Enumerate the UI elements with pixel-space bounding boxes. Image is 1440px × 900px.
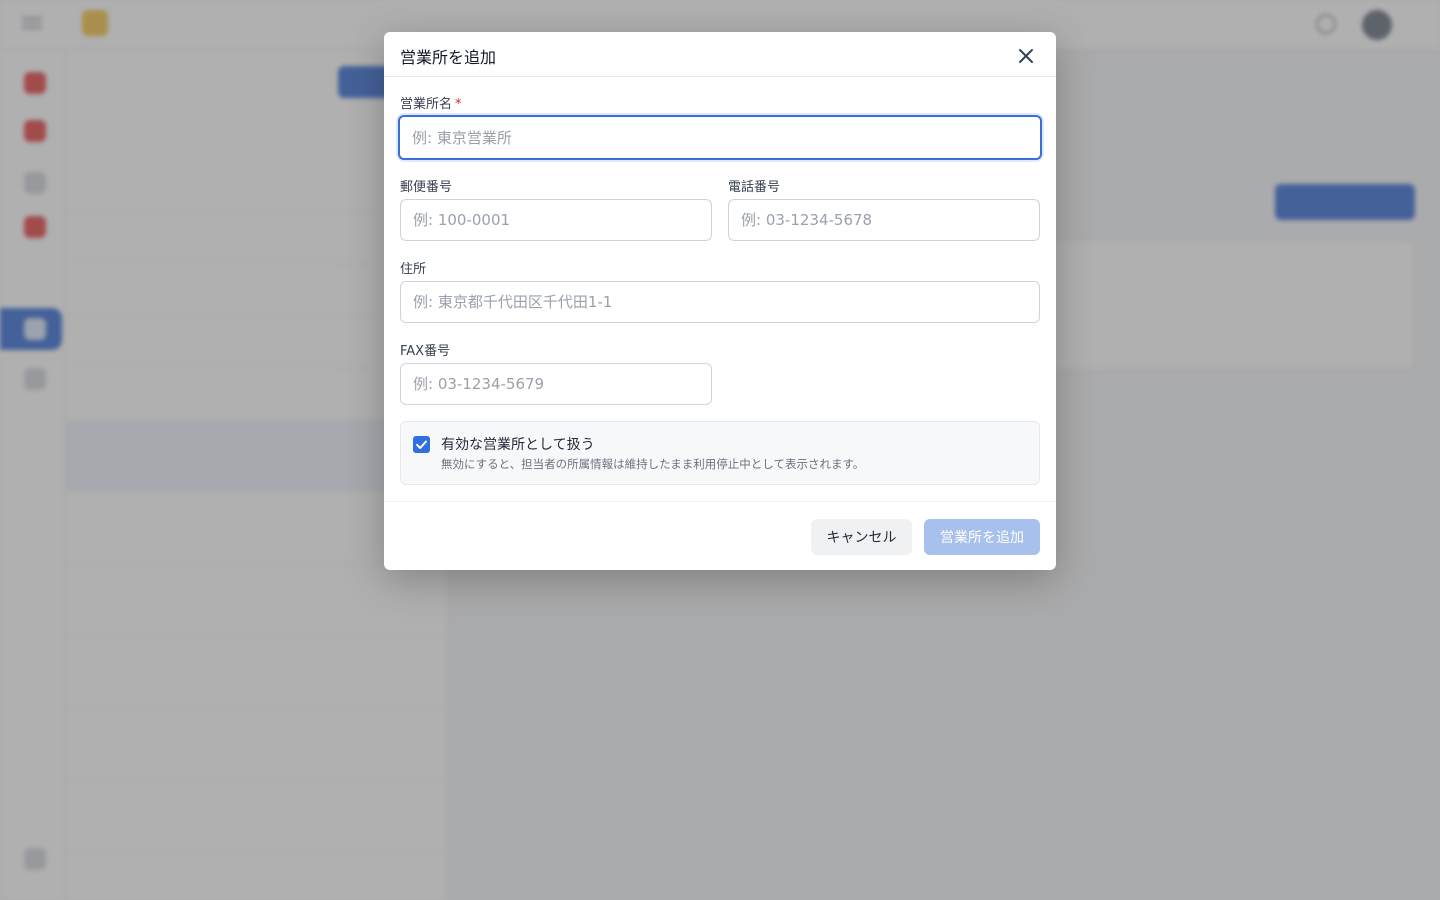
address-label: 住所 [400,262,427,277]
active-office-option: 有効な営業所として扱う 無効にすると、担当者の所属情報は維持したまま利用停止中と… [400,421,1040,485]
dialog-footer: キャンセル 営業所を追加 [384,501,1056,570]
close-button[interactable] [1014,44,1038,68]
office-name-label: 営業所名 * [400,93,462,112]
office-name-label-text: 営業所名 [400,97,453,112]
dialog-header: 営業所を追加 [384,32,1056,77]
postal-code-label: 郵便番号 [400,180,453,195]
phone-label: 電話番号 [728,180,781,195]
active-checkbox-label[interactable]: 有効な営業所として扱う [441,434,595,454]
dialog-title: 営業所を追加 [400,48,497,67]
close-icon [1019,49,1033,63]
cancel-button[interactable]: キャンセル [811,519,912,555]
check-icon [416,440,427,449]
phone-input[interactable] [728,199,1040,241]
add-office-button[interactable]: 営業所を追加 [924,519,1040,555]
office-name-input[interactable] [398,115,1042,160]
fax-input[interactable] [400,363,712,405]
required-mark: * [455,97,462,112]
active-checkbox-hint: 無効にすると、担当者の所属情報は維持したまま利用停止中として表示されます。 [441,457,865,471]
active-checkbox[interactable] [413,436,430,453]
add-office-dialog: 営業所を追加 営業所名* 郵便番号 電話番号 住所 FAX番号 有効な営業所とし… [384,32,1056,570]
address-input[interactable] [400,281,1040,323]
postal-code-input[interactable] [400,199,712,241]
fax-label: FAX番号 [400,344,451,359]
